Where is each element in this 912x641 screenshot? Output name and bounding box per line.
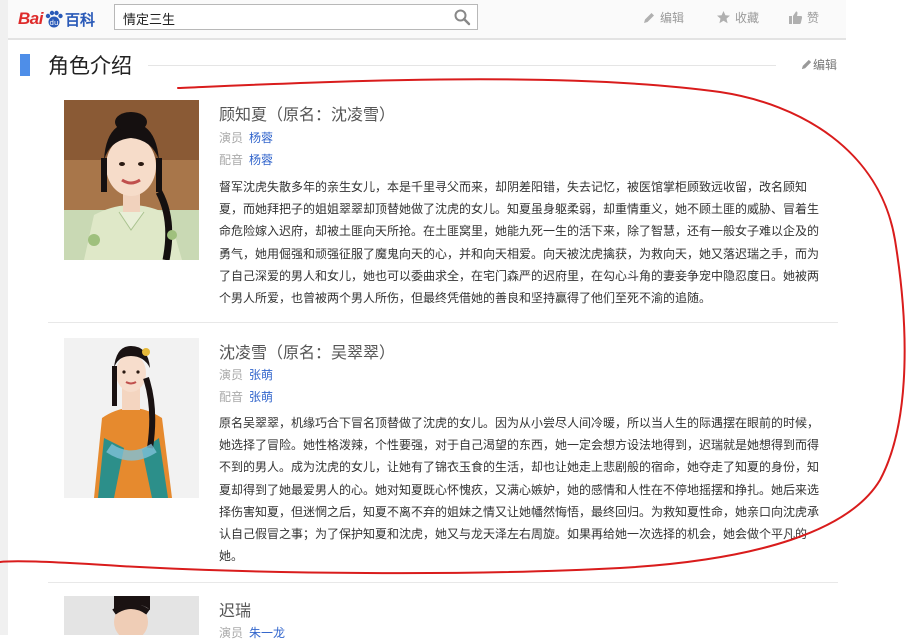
role-description: 督军沈虎失散多年的亲生女儿，本是千里寻父而来，却阴差阳错，失去记忆，被医馆掌柜顾… [219, 180, 820, 306]
search-icon[interactable] [453, 8, 471, 26]
role-voice-row: 配音 杨蓉 [219, 151, 273, 168]
voice-link[interactable]: 张萌 [249, 390, 273, 404]
edit-button[interactable]: 编辑 [642, 9, 684, 26]
section-header: 角色介绍 编辑 [8, 46, 846, 86]
voice-label: 配音 [219, 153, 244, 167]
actor-label: 演员 [219, 368, 244, 382]
actor-label: 演员 [219, 626, 244, 640]
actor-link[interactable]: 张萌 [249, 368, 273, 382]
voice-link[interactable]: 杨蓉 [249, 153, 273, 167]
main-content: 角色介绍 编辑 顾知夏（原名：沈凌雪） 演员 杨蓉 配音 杨蓉 督军沈虎失散多年… [8, 40, 846, 640]
logo-baike-text: 百科 [64, 10, 95, 29]
role-divider [48, 322, 838, 323]
paw-icon: du [44, 9, 64, 29]
voice-label: 配音 [219, 390, 244, 404]
role-name: 顾知夏（原名：沈凌雪） [219, 105, 396, 124]
role-description: 原名吴翠翠，机缘巧合下冒名顶替做了沈虎的女儿。因为从小尝尽人间冷暖，所以当人生的… [219, 416, 820, 564]
search-box[interactable] [114, 4, 478, 30]
role-voice-row: 配音 张萌 [219, 388, 273, 405]
left-gutter [0, 0, 8, 635]
role-name: 迟瑞 [219, 601, 252, 620]
section-title: 角色介绍 [48, 54, 132, 78]
role-photo-chi-rui[interactable] [64, 596, 199, 635]
section-edit-label: 编辑 [813, 58, 838, 72]
like-button[interactable]: 赞 [788, 9, 819, 26]
role-photo-shen-lingxue[interactable] [64, 338, 199, 498]
favorite-label: 收藏 [735, 11, 760, 25]
actor-label: 演员 [219, 131, 244, 145]
svg-text:du: du [50, 19, 59, 27]
actor-link[interactable]: 朱一龙 [249, 626, 285, 640]
like-label: 赞 [807, 11, 820, 25]
favorite-button[interactable]: 收藏 [716, 9, 759, 26]
role-divider [48, 582, 838, 583]
edit-label: 编辑 [660, 11, 685, 25]
star-icon [717, 11, 730, 24]
section-divider [148, 65, 776, 66]
role-actor-row: 演员 张萌 [219, 366, 273, 383]
pencil-icon [801, 59, 812, 70]
pencil-icon [644, 12, 654, 23]
thumbs-up-icon [789, 11, 803, 24]
logo-bai-text: Bai [18, 9, 43, 28]
role-actor-row: 演员 杨蓉 [219, 129, 273, 146]
role-photo-gu-zhixia[interactable] [64, 100, 199, 260]
section-accent-bar [20, 54, 30, 76]
baidu-baike-logo[interactable]: Bai du 百科 [18, 6, 95, 32]
actor-link[interactable]: 杨蓉 [249, 131, 273, 145]
top-bar: Bai du 百科 编辑 [8, 0, 846, 40]
role-actor-row: 演员 朱一龙 [219, 624, 285, 641]
search-input[interactable] [121, 8, 445, 28]
section-edit-button[interactable]: 编辑 [800, 56, 837, 73]
role-name: 沈凌雪（原名：吴翠翠） [219, 343, 396, 362]
